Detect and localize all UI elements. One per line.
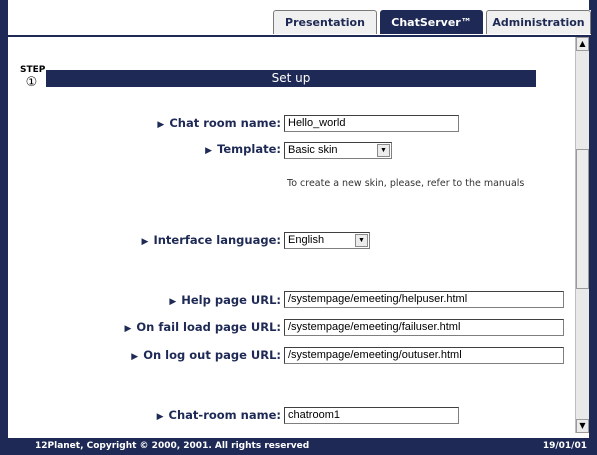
triangle-right-icon: ▶ <box>124 324 132 334</box>
template-select-value: Basic skin <box>288 144 338 156</box>
template-note: To create a new skin, please, refer to t… <box>287 178 525 189</box>
help-page-url-label: ▶ Help page URL: <box>169 293 281 307</box>
page: Presentation ChatServer™ Administration … <box>7 0 591 438</box>
interface-language-select[interactable]: English ▼ <box>284 232 370 249</box>
tab-presentation[interactable]: Presentation <box>273 10 377 34</box>
log-out-url-input[interactable]: /systempage/emeeting/outuser.html <box>284 347 564 364</box>
triangle-right-icon: ▶ <box>205 146 213 156</box>
step-label: STEP <box>20 65 46 75</box>
chat-room-name-2-label: ▶ Chat-room name: <box>156 408 281 422</box>
triangle-right-icon: ▶ <box>157 120 165 130</box>
chat-room-name-label: ▶ Chat room name: <box>157 116 281 130</box>
arrow-down-icon[interactable]: ▼ <box>576 419 589 433</box>
triangle-right-icon: ▶ <box>131 352 139 362</box>
settings-form: STEP ① Set up ▶ Chat room name: Hello_wor… <box>8 37 577 438</box>
arrow-up-icon[interactable]: ▲ <box>576 37 589 51</box>
footer-date: 19/01/01 <box>542 441 587 451</box>
triangle-right-icon: ▶ <box>169 297 177 307</box>
tab-bar: Presentation ChatServer™ Administration <box>8 10 591 36</box>
tab-administration[interactable]: Administration <box>486 10 591 34</box>
triangle-right-icon: ▶ <box>141 237 149 247</box>
tab-chatserver[interactable]: ChatServer™ <box>380 10 483 34</box>
template-label: ▶ Template: <box>205 142 281 156</box>
log-out-url-label: ▶ On log out page URL: <box>131 348 281 362</box>
interface-language-select-value: English <box>288 234 325 246</box>
vertical-scrollbar[interactable]: ▲ ▼ <box>575 37 589 433</box>
fail-load-url-label: ▶ On fail load page URL: <box>124 320 281 334</box>
chevron-down-icon[interactable]: ▼ <box>377 144 390 157</box>
step-number: ① <box>25 75 38 90</box>
fail-load-url-input[interactable]: /systempage/emeeting/failuser.html <box>284 319 564 336</box>
chevron-down-icon[interactable]: ▼ <box>355 234 368 247</box>
triangle-right-icon: ▶ <box>156 412 164 422</box>
help-page-url-input[interactable]: /systempage/emeeting/helpuser.html <box>284 291 564 308</box>
template-select[interactable]: Basic skin ▼ <box>284 142 392 159</box>
interface-language-label: ▶ Interface language: <box>141 233 281 247</box>
chat-room-name-input[interactable]: Hello_world <box>284 115 459 132</box>
footer-bar: 12Planet, Copyright © 2000, 2001. All ri… <box>7 438 590 455</box>
scroll-thumb[interactable] <box>576 149 589 289</box>
copyright-text: 12Planet, Copyright © 2000, 2001. All ri… <box>35 441 310 451</box>
chat-room-name-2-input[interactable]: chatroom1 <box>284 407 459 424</box>
section-title: Set up <box>46 70 536 87</box>
